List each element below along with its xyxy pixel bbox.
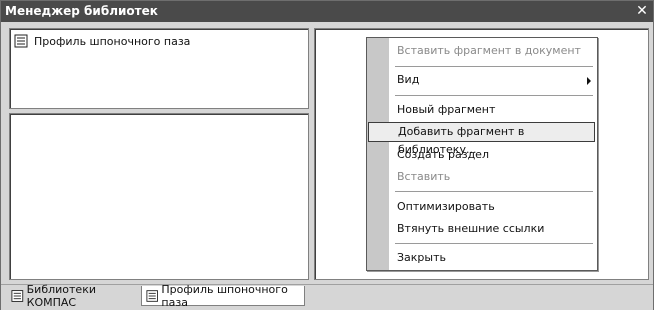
menu-item-label: Новый фрагмент — [397, 103, 496, 116]
menu-item-view[interactable]: Вид — [389, 70, 595, 90]
menu-separator — [395, 191, 593, 193]
library-icon — [146, 289, 158, 302]
title-bar[interactable]: Менеджер библиотек ✕ — [1, 1, 653, 22]
menu-item-label: Вставить — [397, 170, 451, 183]
menu-separator — [395, 243, 593, 245]
tab-keyway-profile[interactable]: Профиль шпоночного паза — [141, 282, 305, 309]
menu-item-add-fragment-to-library[interactable]: Добавить фрагмент в библиотеку... — [368, 122, 595, 156]
tree-item-label: Профиль шпоночного паза — [34, 34, 191, 48]
fragment-list-pane[interactable] — [9, 113, 309, 280]
menu-item-label: Создать раздел — [397, 148, 489, 161]
tab-label: Профиль шпоночного паза — [161, 282, 288, 309]
menu-gutter — [367, 38, 389, 270]
menu-item-optimize[interactable]: Оптимизировать — [389, 197, 595, 217]
library-tabs: Библиотеки КОМПАС Профиль шпоночного паз… — [1, 282, 653, 310]
tab-kompas-libraries[interactable]: Библиотеки КОМПАС — [7, 283, 141, 309]
tree-item-keyway-profile[interactable]: Профиль шпоночного паза — [14, 33, 192, 49]
menu-item-label: Закрыть — [397, 251, 446, 264]
menu-item-label: Втянуть внешние ссылки — [397, 222, 545, 235]
close-icon[interactable]: ✕ — [635, 4, 649, 18]
menu-item-close[interactable]: Закрыть — [389, 248, 595, 268]
library-tree-pane[interactable]: Профиль шпоночного паза — [9, 28, 309, 109]
menu-item-new-fragment[interactable]: Новый фрагмент — [389, 100, 595, 120]
menu-item-label: Вставить фрагмент в документ — [397, 44, 581, 57]
tab-label: Библиотеки КОМПАС — [26, 283, 96, 309]
menu-item-pull-external-links[interactable]: Втянуть внешние ссылки — [389, 219, 595, 239]
library-icon — [14, 34, 28, 48]
menu-item-create-section[interactable]: Создать раздел — [389, 145, 595, 165]
menu-item-insert-fragment[interactable]: Вставить фрагмент в документ — [389, 41, 595, 61]
menu-item-label: Оптимизировать — [397, 200, 495, 213]
context-menu: Вставить фрагмент в документ Вид Новый ф… — [366, 37, 598, 271]
submenu-arrow-icon — [587, 77, 591, 85]
library-icon — [11, 290, 24, 302]
menu-separator — [395, 66, 593, 68]
menu-item-label: Вид — [397, 73, 420, 86]
menu-separator — [395, 95, 593, 97]
window-title: Менеджер библиотек — [5, 4, 158, 18]
menu-item-paste[interactable]: Вставить — [389, 167, 595, 187]
